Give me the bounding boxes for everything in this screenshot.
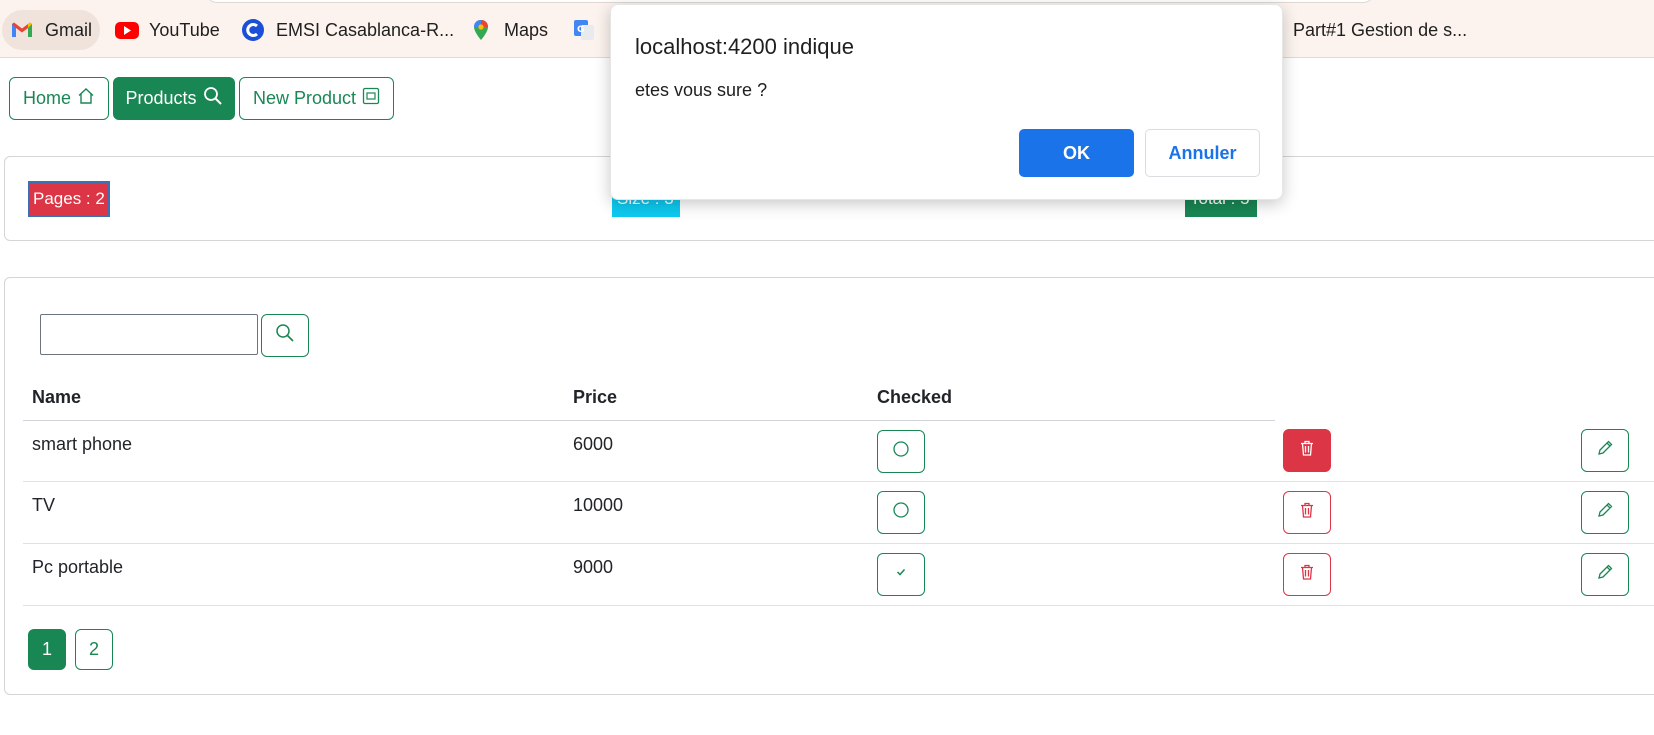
bookmark-youtube[interactable]: YouTube — [106, 10, 228, 50]
bookmark-label: Maps — [504, 19, 549, 40]
translate-icon: G — [572, 18, 596, 42]
search-button[interactable] — [261, 314, 309, 357]
search-input[interactable] — [40, 314, 258, 355]
edit-button[interactable] — [1581, 429, 1629, 472]
ok-button[interactable]: OK — [1019, 129, 1134, 177]
confirm-dialog: localhost:4200 indique etes vous sure ? … — [610, 4, 1283, 200]
svg-text:G: G — [577, 25, 584, 35]
cancel-button[interactable]: Annuler — [1145, 129, 1260, 177]
edit-button[interactable] — [1581, 491, 1629, 534]
gmail-icon — [10, 18, 34, 42]
dialog-title: localhost:4200 indique — [635, 34, 854, 59]
products-button[interactable]: Products — [113, 77, 235, 120]
house-icon — [77, 87, 95, 110]
youtube-icon — [114, 18, 139, 42]
col-name-header: Name — [32, 387, 82, 407]
cell-name: smart phone — [32, 434, 133, 454]
bookmark-label: EMSI Casablanca-R... — [276, 19, 455, 40]
bookmark-label: Gmail — [45, 19, 93, 40]
dialog-message: etes vous sure ? — [635, 80, 768, 100]
pencil-icon — [1596, 563, 1614, 586]
save-icon — [362, 87, 380, 110]
emsi-icon — [241, 18, 265, 42]
bookmark-part1[interactable]: Part#1 Gestion de s... — [1285, 10, 1475, 50]
tab-strip-edge — [205, 0, 1375, 3]
cell-price: 6000 — [573, 434, 614, 454]
bookmark-label: YouTube — [149, 19, 220, 40]
trash-icon — [1298, 439, 1316, 462]
trash-icon — [1298, 563, 1316, 586]
check-icon — [894, 565, 908, 584]
pages-badge: Pages : 2 — [28, 181, 110, 217]
cell-price: 9000 — [573, 557, 614, 577]
maps-icon — [469, 18, 493, 42]
trash-icon — [1298, 501, 1316, 524]
check-toggle-button[interactable] — [877, 553, 925, 596]
circle-icon — [892, 440, 910, 463]
search-icon — [275, 323, 295, 348]
page-button-2[interactable]: 2 — [75, 629, 113, 670]
row-divider — [23, 481, 1654, 482]
pencil-icon — [1596, 439, 1614, 462]
col-price-header: Price — [573, 387, 618, 407]
edit-button[interactable] — [1581, 553, 1629, 596]
pencil-icon — [1596, 501, 1614, 524]
bookmark-gmail[interactable]: Gmail — [2, 10, 101, 50]
col-checked-header: Checked — [877, 387, 953, 407]
page-button-1[interactable]: 1 — [28, 629, 66, 670]
new-product-button[interactable]: New Product — [239, 77, 394, 120]
cell-name: TV — [32, 495, 56, 515]
bookmark-label: Part#1 Gestion de s... — [1293, 19, 1468, 40]
check-toggle-button[interactable] — [877, 491, 925, 534]
row-divider — [23, 543, 1654, 544]
search-icon — [203, 86, 223, 111]
new-product-label: New Product — [252, 88, 357, 108]
delete-button[interactable] — [1283, 553, 1331, 596]
cell-price: 10000 — [573, 495, 624, 515]
delete-button[interactable] — [1283, 491, 1331, 534]
bookmark-translate[interactable]: G — [564, 10, 615, 50]
home-button[interactable]: Home — [9, 77, 109, 120]
products-label: Products — [125, 88, 197, 108]
circle-icon — [892, 501, 910, 524]
bookmark-maps[interactable]: Maps — [461, 10, 556, 50]
cell-name: Pc portable — [32, 557, 124, 577]
delete-button[interactable] — [1283, 429, 1331, 472]
home-label: Home — [22, 88, 71, 108]
header-divider — [23, 420, 1275, 421]
bookmark-emsi[interactable]: EMSI Casablanca-R... — [233, 10, 462, 50]
check-toggle-button[interactable] — [877, 430, 925, 473]
row-divider — [23, 605, 1654, 606]
